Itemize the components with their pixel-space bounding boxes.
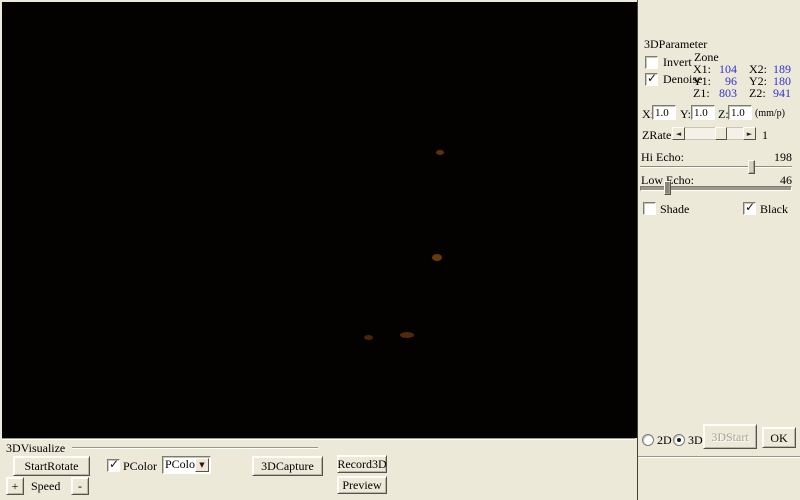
3dcapture-button[interactable]: 3DCapture: [252, 456, 323, 476]
speed-minus-button[interactable]: -: [71, 477, 89, 495]
mode-3d-label: 3D: [688, 433, 703, 448]
record3d-button[interactable]: Record3D: [337, 455, 387, 473]
zrate-scrollbar[interactable]: ◄ ►: [672, 127, 756, 140]
ultrasound-speck: [400, 332, 414, 338]
panel-divider: [638, 456, 800, 458]
ultrasound-speck: [436, 150, 444, 155]
scale-x-input[interactable]: [652, 105, 676, 120]
ultrasound-speck: [364, 335, 373, 340]
3dstart-button[interactable]: 3DStart: [703, 424, 757, 449]
hi-echo-label: Hi Echo:: [641, 150, 684, 165]
zrate-value: 1: [762, 128, 768, 143]
panel-top-edge: [2, 438, 635, 440]
low-echo-thumb[interactable]: [664, 181, 671, 195]
zone-z1-value: 803: [714, 86, 737, 101]
scale-y-label: Y:: [680, 107, 691, 122]
invert-checkbox[interactable]: [645, 56, 658, 69]
ok-button[interactable]: OK: [762, 427, 796, 448]
hi-echo-track[interactable]: [640, 166, 792, 168]
speed-plus-button[interactable]: +: [6, 477, 24, 495]
denoise-checkbox[interactable]: ✓: [645, 73, 658, 86]
scale-unit-label: (mm/p): [755, 108, 785, 119]
zone-z2-label: Z2:: [749, 86, 766, 101]
zrate-label: ZRate: [642, 128, 671, 143]
mode-3d-radio[interactable]: [673, 434, 685, 446]
check-icon: ✓: [109, 457, 119, 471]
pcolor-label: PColor: [123, 459, 157, 474]
check-icon: ✓: [745, 200, 755, 214]
hi-echo-thumb[interactable]: [748, 160, 755, 174]
hi-echo-value: 198: [768, 150, 792, 165]
visualize-panel: 3DVisualize StartRotate + Speed - ✓ PCol…: [0, 438, 637, 500]
ultrasound-image: [178, 122, 434, 336]
invert-label: Invert: [663, 55, 692, 70]
scale-z-input[interactable]: [728, 105, 752, 120]
black-checkbox[interactable]: ✓: [743, 202, 756, 215]
pcolor-checkbox[interactable]: ✓: [107, 459, 120, 472]
pcolor-dropdown-value: PColor: [165, 457, 199, 471]
radio-dot-icon: [677, 438, 681, 442]
shade-label: Shade: [660, 202, 689, 217]
shade-checkbox[interactable]: [643, 202, 656, 215]
ultrasound-speck: [432, 254, 442, 261]
start-rotate-button[interactable]: StartRotate: [13, 456, 90, 476]
low-echo-track[interactable]: [640, 186, 792, 191]
mode-2d-label: 2D: [657, 433, 672, 448]
zrate-thumb[interactable]: [715, 127, 727, 140]
zone-z2-value: 941: [768, 86, 791, 101]
ultrasound-texture: [170, 114, 442, 344]
parameter-panel: 3DParameter Invert ✓ Denoise Zone X1: 10…: [637, 0, 800, 500]
visualize-group-label: 3DVisualize: [6, 441, 65, 456]
chevron-down-icon[interactable]: ▼: [195, 458, 209, 472]
speed-label: Speed: [31, 479, 60, 494]
preview-button[interactable]: Preview: [337, 476, 387, 494]
mode-2d-radio[interactable]: [642, 434, 654, 446]
check-icon: ✓: [647, 71, 657, 85]
black-label: Black: [760, 202, 788, 217]
scroll-left-icon[interactable]: ◄: [672, 127, 685, 140]
pcolor-dropdown[interactable]: PColor ▼: [162, 456, 211, 474]
render-viewport[interactable]: [2, 2, 637, 438]
scroll-right-icon[interactable]: ►: [743, 127, 756, 140]
zone-z1-label: Z1:: [693, 86, 710, 101]
groupbox-line: [72, 447, 318, 449]
app-window: { "colors": { "panel": "#ece9d8", "value…: [0, 0, 800, 500]
scale-y-input[interactable]: [691, 105, 715, 120]
